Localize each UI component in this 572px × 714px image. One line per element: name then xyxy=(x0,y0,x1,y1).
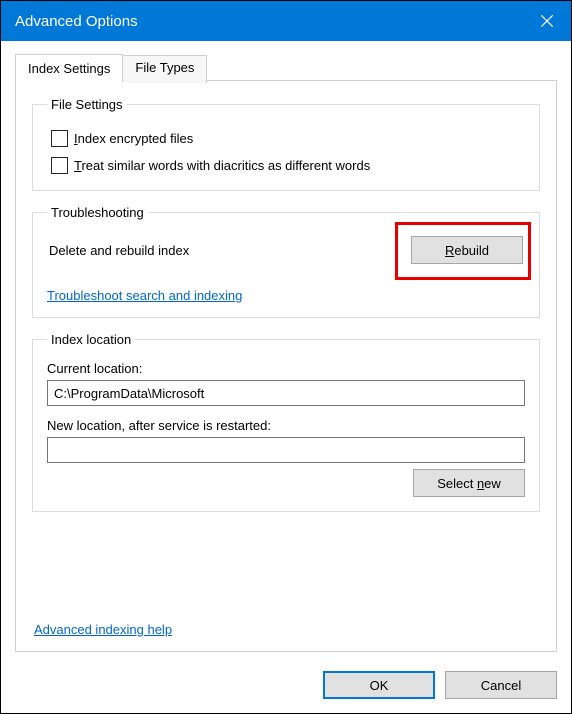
label-index-encrypted[interactable]: Index encrypted files xyxy=(74,131,193,146)
label-diacritics[interactable]: Treat similar words with diacritics as d… xyxy=(74,158,370,173)
ok-button[interactable]: OK xyxy=(323,671,435,699)
troubleshoot-link[interactable]: Troubleshoot search and indexing xyxy=(47,288,242,303)
row-index-encrypted: Index encrypted files xyxy=(51,130,525,147)
group-troubleshooting: Troubleshooting Delete and rebuild index… xyxy=(32,205,540,318)
dialog-content: Index Settings File Types File Settings … xyxy=(1,41,571,663)
group-troubleshooting-legend: Troubleshooting xyxy=(47,205,148,220)
spacer xyxy=(32,526,540,602)
close-icon xyxy=(541,15,553,27)
tab-strip: Index Settings File Types xyxy=(15,53,557,81)
group-file-settings: File Settings Index encrypted files Trea… xyxy=(32,97,540,191)
checkbox-index-encrypted[interactable] xyxy=(51,130,68,147)
tab-file-types[interactable]: File Types xyxy=(123,55,207,83)
advanced-indexing-help-link[interactable]: Advanced indexing help xyxy=(34,622,172,637)
block-current-location: Current location: xyxy=(47,361,525,406)
label-current-location: Current location: xyxy=(47,361,525,376)
label-new-location: New location, after service is restarted… xyxy=(47,418,525,433)
cancel-button[interactable]: Cancel xyxy=(445,671,557,699)
group-file-settings-legend: File Settings xyxy=(47,97,127,112)
label-delete-rebuild: Delete and rebuild index xyxy=(49,243,189,258)
row-rebuild: Delete and rebuild index Rebuild xyxy=(47,234,525,266)
row-help-link: Advanced indexing help xyxy=(32,616,540,639)
advanced-options-dialog: Advanced Options Index Settings File Typ… xyxy=(0,0,572,714)
rebuild-button[interactable]: Rebuild xyxy=(411,236,523,264)
row-diacritics: Treat similar words with diacritics as d… xyxy=(51,157,525,174)
close-button[interactable] xyxy=(523,1,571,41)
select-new-button[interactable]: Select new xyxy=(413,469,525,497)
group-index-location: Index location Current location: New loc… xyxy=(32,332,540,512)
row-select-new: Select new xyxy=(47,469,525,497)
checkbox-diacritics[interactable] xyxy=(51,157,68,174)
group-index-location-legend: Index location xyxy=(47,332,135,347)
input-new-location[interactable] xyxy=(47,437,525,463)
window-title: Advanced Options xyxy=(15,13,138,30)
titlebar: Advanced Options xyxy=(1,1,571,41)
input-current-location[interactable] xyxy=(47,380,525,406)
row-troubleshoot-link: Troubleshoot search and indexing xyxy=(47,288,525,303)
tab-index-settings[interactable]: Index Settings xyxy=(15,54,123,82)
block-new-location: New location, after service is restarted… xyxy=(47,418,525,463)
dialog-footer: OK Cancel xyxy=(1,663,571,713)
tab-panel-index-settings: File Settings Index encrypted files Trea… xyxy=(15,80,557,652)
